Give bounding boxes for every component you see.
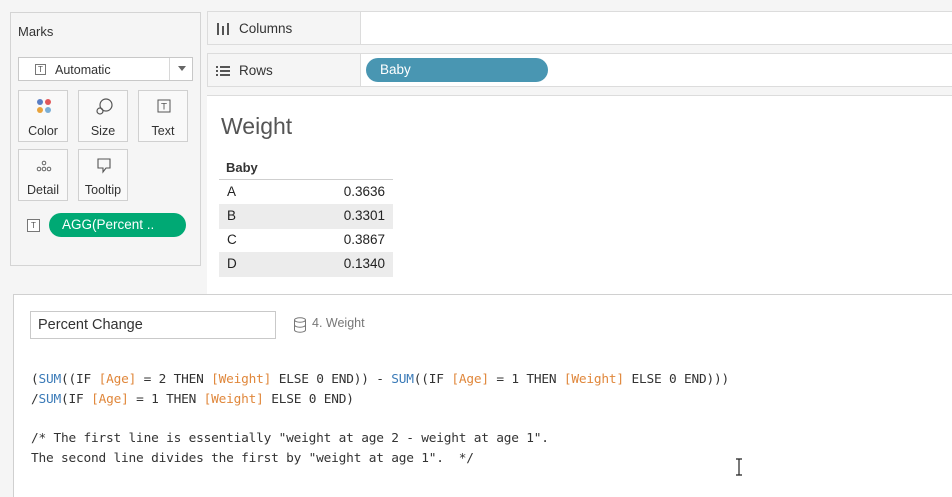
code-token: ELSE 0 END))) [623,372,729,387]
rows-shelf-label: Rows [207,53,361,87]
tooltip-label: Tooltip [84,183,122,197]
detail-label: Detail [27,183,59,197]
text-mark-icon: T [35,64,46,75]
code-token: ( [31,372,39,387]
marks-title: Marks [18,24,54,39]
code-token: ((IF [413,372,452,387]
columns-label: Columns [239,21,293,36]
text-button[interactable]: T Text [138,90,188,142]
svg-text:T: T [160,103,167,113]
field-token: [Weight] [563,372,624,387]
code-token: ELSE 0 END)) - [271,372,392,387]
text-cursor-icon [736,458,742,476]
size-label: Size [90,124,116,138]
table-row[interactable]: D 0.1340 [219,252,393,277]
row-value: 0.3301 [343,208,385,223]
table-row[interactable]: C 0.3867 [219,228,393,253]
tooltip-button[interactable]: Tooltip [78,149,128,201]
code-token: = 2 THEN [136,372,212,387]
table-row[interactable]: B 0.3301 [219,204,393,229]
formula-line-2[interactable]: /SUM(IF [Age] = 1 THEN [Weight] ELSE 0 E… [31,392,354,407]
field-token: [Age] [451,372,489,387]
row-key: D [227,256,237,271]
formula-comment-line-1[interactable]: /* The first line is essentially "weight… [31,431,549,446]
color-dots-icon [37,99,51,113]
columns-shelf[interactable] [361,11,952,45]
measure-pill[interactable]: AGG(Percent .. [49,213,186,237]
rows-label: Rows [239,63,273,78]
datasource-icon [294,317,306,333]
function-token: SUM [38,372,62,387]
formula-comment-line-2[interactable]: The second line divides the first by "we… [31,451,474,466]
size-icon [96,98,113,115]
datasource-name: 4. Weight [312,316,365,330]
function-token: SUM [391,372,414,387]
code-token: ELSE 0 END) [263,392,354,407]
field-token: [Weight] [203,392,264,407]
calculation-name-input[interactable] [30,311,276,339]
dropdown-separator [169,58,170,80]
row-key: A [227,184,237,199]
mark-type-label: Automatic [55,63,111,77]
size-button[interactable]: Size [78,90,128,142]
field-token: [Age] [98,372,137,387]
field-token: [Weight] [211,372,272,387]
columns-shelf-label: Columns [207,11,361,45]
row-key: C [227,232,237,247]
text-icon: T [157,99,171,113]
code-token: = 1 THEN [488,372,564,387]
row-value: 0.3636 [343,184,385,199]
text-label: Text [151,124,175,138]
code-token: (IF [61,392,92,407]
color-button[interactable]: Color [18,90,68,142]
detail-button[interactable]: Detail [18,149,68,201]
table-header[interactable]: Baby [226,160,258,175]
row-key: B [227,208,237,223]
field-token: [Age] [91,392,129,407]
code-token: / [31,392,39,407]
formula-line-1[interactable]: (SUM((IF [Age] = 2 THEN [Weight] ELSE 0 … [31,372,729,387]
table-row[interactable]: A 0.3636 [219,180,393,205]
tooltip-icon [97,158,111,174]
text-mark-icon: T [27,219,40,232]
function-token: SUM [38,392,62,407]
code-token: ((IF [61,372,99,387]
columns-icon [217,23,229,35]
color-label: Color [28,124,58,138]
top-strip [0,0,952,11]
rows-icon [216,66,230,76]
viz-title: Weight [221,113,293,139]
dimension-pill[interactable]: Baby [366,58,548,82]
chevron-down-icon[interactable] [178,66,186,71]
code-token: = 1 THEN [128,392,204,407]
marks-card: Marks T Automatic Color Size T Text Deta… [10,12,201,266]
row-value: 0.1340 [343,256,385,271]
row-value: 0.3867 [343,232,385,247]
detail-dots-icon [36,160,52,172]
mark-type-dropdown[interactable]: T Automatic [18,57,193,81]
